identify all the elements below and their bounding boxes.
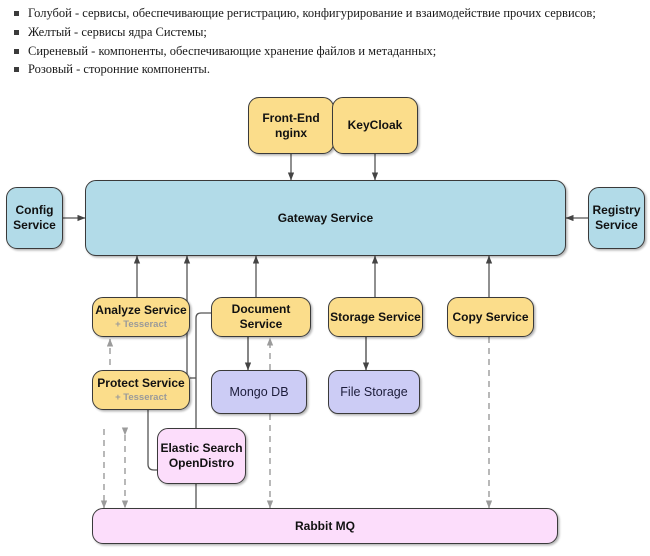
node-sublabel: + Tesseract [115, 319, 167, 330]
square-bullet-icon [14, 49, 19, 54]
node-elastic-search-opendistro[interactable]: Elastic Search OpenDistro [157, 428, 246, 484]
node-copy-service[interactable]: Copy Service [447, 297, 534, 337]
node-label-line1: Config [15, 203, 54, 217]
node-label: Mongo DB [229, 384, 289, 399]
node-label: Protect Service [97, 376, 185, 390]
node-analyze-service[interactable]: Analyze Service + Tesseract [92, 297, 190, 337]
node-label: Storage Service [330, 309, 421, 324]
node-keycloak[interactable]: KeyCloak [332, 97, 418, 154]
node-label-line2: nginx [275, 125, 307, 140]
node-label-line2: OpenDistro [168, 456, 235, 470]
square-bullet-icon [14, 30, 19, 35]
node-mongo-db[interactable]: Mongo DB [211, 370, 307, 414]
node-file-storage[interactable]: File Storage [328, 370, 420, 414]
node-gateway-service[interactable]: Gateway Service [85, 180, 566, 256]
node-label-line1: Registry [592, 203, 641, 217]
node-protect-service[interactable]: Protect Service + Tesseract [92, 370, 190, 410]
legend-item: Сиреневый - компоненты, обеспечивающие х… [14, 44, 436, 59]
node-label-line2: Service [13, 218, 56, 232]
node-document-service[interactable]: Document Service [211, 297, 311, 337]
node-label-line1: Elastic Search [160, 441, 243, 455]
node-label: Copy Service [452, 309, 529, 324]
node-label: Rabbit MQ [295, 518, 355, 533]
node-label: File Storage [340, 384, 408, 399]
node-label: Analyze Service [95, 303, 187, 317]
node-registry-service[interactable]: Registry Service [588, 187, 645, 249]
legend-item-text: Голубой - сервисы, обеспечивающие регист… [28, 6, 596, 20]
node-label: Gateway Service [277, 210, 374, 225]
legend-item-text: Розовый - сторонние компоненты. [28, 62, 210, 76]
node-storage-service[interactable]: Storage Service [328, 297, 423, 337]
legend-item: Желтый - сервисы ядра Системы; [14, 25, 207, 40]
node-label-line1: Front-End [262, 110, 320, 125]
node-rabbit-mq[interactable]: Rabbit MQ [92, 508, 558, 544]
legend-list: Голубой - сервисы, обеспечивающие регист… [0, 0, 650, 80]
architecture-diagram: Front-End nginx KeyCloak Config Service … [0, 84, 650, 556]
legend-item: Розовый - сторонние компоненты. [14, 62, 210, 77]
legend-item-text: Сиреневый - компоненты, обеспечивающие х… [28, 44, 437, 58]
legend-item-text: Желтый - сервисы ядра Системы; [28, 25, 207, 39]
node-sublabel: + Tesseract [115, 392, 167, 403]
legend-item: Голубой - сервисы, обеспечивающие регист… [14, 6, 596, 21]
node-front-end-nginx[interactable]: Front-End nginx [248, 97, 334, 154]
square-bullet-icon [14, 67, 19, 72]
node-label: Document Service [231, 302, 291, 331]
node-label: KeyCloak [347, 118, 403, 132]
node-label-line2: Service [595, 218, 638, 232]
node-config-service[interactable]: Config Service [6, 187, 63, 249]
square-bullet-icon [14, 11, 19, 16]
